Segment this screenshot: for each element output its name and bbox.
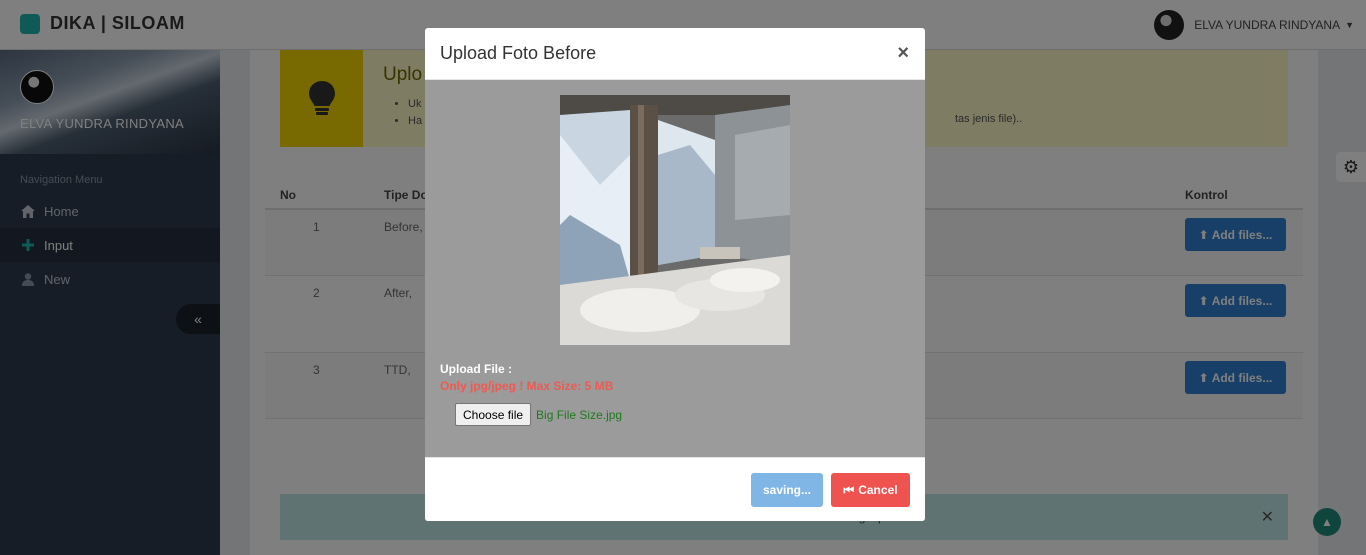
- photo-preview: [560, 95, 790, 345]
- choose-file-button[interactable]: Choose file: [455, 403, 532, 426]
- file-input[interactable]: Choose file Big File Size.jpg: [455, 403, 622, 426]
- cancel-label: Cancel: [858, 483, 898, 497]
- cancel-button[interactable]: ⏮ Cancel: [831, 473, 910, 507]
- upload-modal: Upload Foto Before × Upload File: Only …: [425, 28, 925, 521]
- modal-header: Upload Foto Before ×: [425, 28, 925, 80]
- modal-footer: saving... ⏮ Cancel: [425, 457, 925, 521]
- step-backward-icon: ⏮: [843, 482, 855, 497]
- upload-restriction-note: Only jpg/jpeg ! Max Size: 5 MB: [440, 379, 614, 393]
- save-button[interactable]: saving...: [751, 473, 823, 507]
- upload-file-label: Upload File :: [440, 362, 512, 376]
- selected-file-name: Big File Size.jpg: [536, 407, 623, 422]
- modal-body: Upload File : Only jpg/jpeg ! Max Size: …: [425, 80, 925, 457]
- close-icon[interactable]: ×: [897, 42, 909, 65]
- modal-title: Upload Foto Before: [440, 43, 597, 63]
